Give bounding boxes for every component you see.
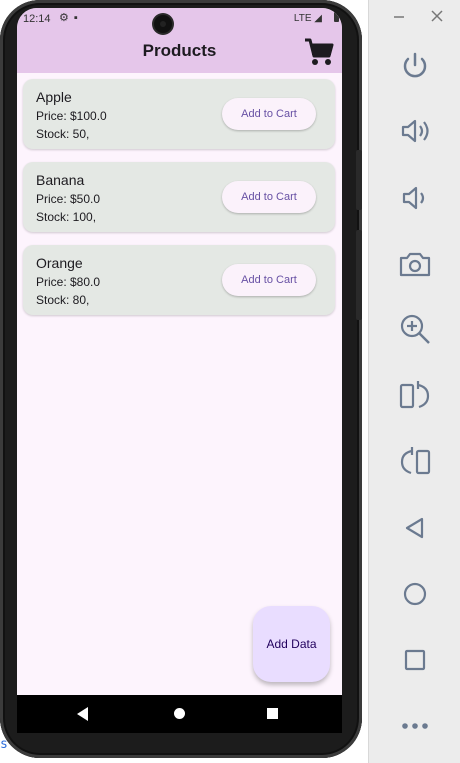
add-data-button[interactable]: Add Data xyxy=(253,606,330,682)
power-icon[interactable] xyxy=(397,48,433,84)
volume-up-icon[interactable] xyxy=(397,113,433,149)
product-card-banana: Banana Price: $50.0 Stock: 100, Add to C… xyxy=(23,162,335,232)
settings-icon: ⚙▪ xyxy=(59,12,83,24)
home-icon[interactable] xyxy=(397,576,433,612)
status-time: 12:14 xyxy=(23,13,51,25)
battery-icon xyxy=(334,12,339,22)
system-nav-bar xyxy=(17,695,342,733)
product-card-apple: Apple Price: $100.0 Stock: 50, Add to Ca… xyxy=(23,79,335,149)
more-icon[interactable] xyxy=(397,708,433,744)
minimize-icon[interactable] xyxy=(391,8,407,24)
phone-side-button xyxy=(356,150,362,210)
product-price: Price: $100.0 xyxy=(36,109,107,123)
volume-down-icon[interactable] xyxy=(397,180,433,216)
product-name: Apple xyxy=(36,89,72,105)
shopping-cart-icon[interactable] xyxy=(304,38,334,66)
phone-screen: 12:14 ⚙▪ LTE ◢ Products Apple Price: $10… xyxy=(17,8,342,733)
rotate-left-icon[interactable] xyxy=(397,378,433,414)
status-bar: 12:14 ⚙▪ LTE ◢ xyxy=(17,8,342,30)
product-stock: Stock: 50, xyxy=(36,127,90,141)
network-label: LTE ◢ xyxy=(293,13,322,24)
phone-side-button xyxy=(356,230,362,320)
front-camera xyxy=(154,15,172,33)
product-stock: Stock: 80, xyxy=(36,293,90,307)
app-bar: Products xyxy=(17,30,342,73)
home-icon[interactable] xyxy=(174,708,185,719)
recents-icon[interactable] xyxy=(267,708,278,719)
emulator-control-panel xyxy=(368,0,460,763)
product-stock: Stock: 100, xyxy=(36,210,97,224)
add-to-cart-button[interactable]: Add to Cart xyxy=(222,264,316,296)
add-to-cart-button[interactable]: Add to Cart xyxy=(222,181,316,213)
page-title: Products xyxy=(142,41,217,60)
back-icon[interactable] xyxy=(397,510,433,546)
product-price: Price: $50.0 xyxy=(36,192,101,206)
zoom-icon[interactable] xyxy=(397,311,433,347)
back-icon[interactable] xyxy=(77,707,88,721)
camera-icon[interactable] xyxy=(397,246,433,282)
rotate-right-icon[interactable] xyxy=(397,444,433,480)
product-card-orange: Orange Price: $80.0 Stock: 80, Add to Ca… xyxy=(23,245,335,315)
product-price: Price: $80.0 xyxy=(36,275,101,289)
product-name: Orange xyxy=(36,255,83,271)
product-name: Banana xyxy=(36,172,85,188)
close-icon[interactable] xyxy=(429,8,445,24)
background-code-text: s xyxy=(0,737,8,752)
add-to-cart-button[interactable]: Add to Cart xyxy=(222,98,316,130)
overview-icon[interactable] xyxy=(397,642,433,678)
